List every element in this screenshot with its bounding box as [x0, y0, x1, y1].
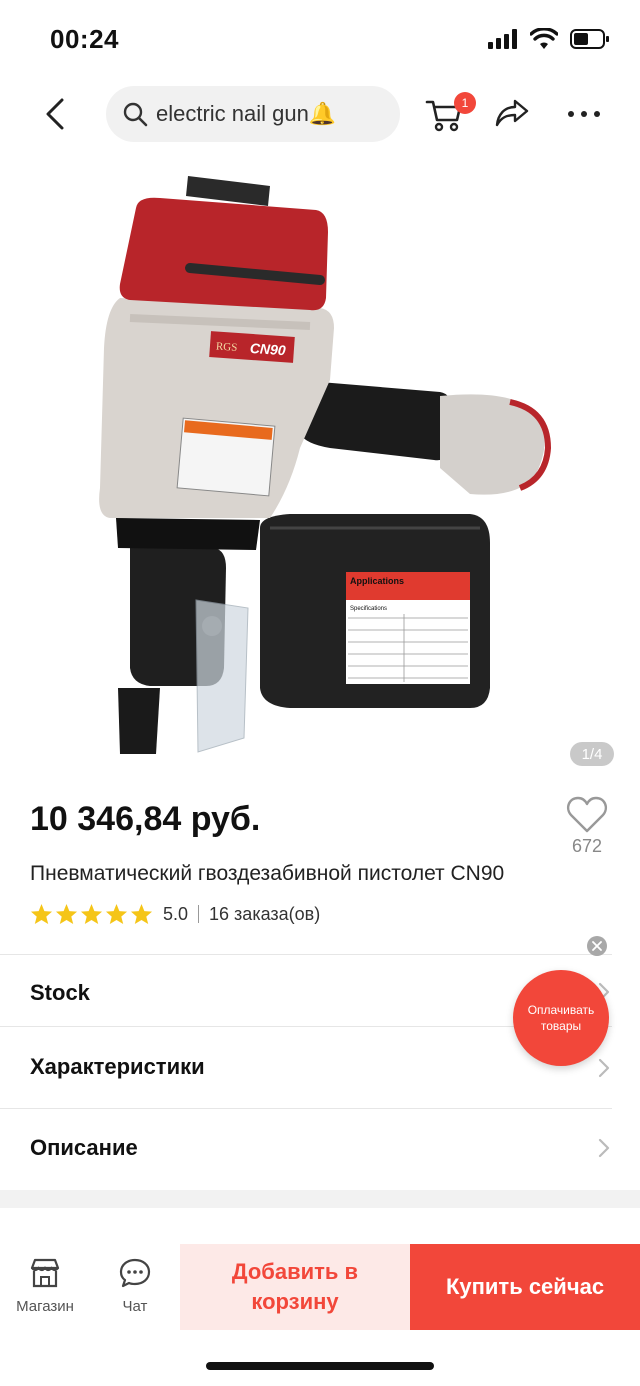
star-icon [30, 903, 53, 925]
back-button[interactable] [36, 94, 76, 134]
rating-row[interactable]: 5.0 16 заказа(ов) [30, 902, 320, 926]
rating-value: 5.0 [163, 903, 189, 924]
cellular-signal-icon [488, 29, 517, 49]
separator [0, 1108, 612, 1109]
product-price: 10 346,84 руб. [30, 800, 261, 838]
star-icon [80, 903, 103, 925]
chevron-left-icon [46, 98, 64, 130]
store-tab-label: Магазин [16, 1298, 74, 1315]
close-icon [592, 941, 602, 951]
wishlist-button[interactable] [566, 796, 608, 839]
chat-tab-label: Чат [122, 1298, 148, 1315]
buy-now-label: Купить сейчас [445, 1274, 605, 1299]
row-specs-label: Характеристики [30, 1054, 205, 1079]
heart-icon [567, 796, 607, 833]
floating-close-button[interactable] [587, 936, 607, 956]
row-description-label: Описание [30, 1135, 138, 1160]
more-options-button[interactable] [566, 104, 602, 124]
spec-title: Specifications [350, 606, 387, 612]
section-gap [0, 1190, 640, 1208]
floating-pay-button[interactable]: Оплачивать товары [513, 970, 609, 1066]
wishlist-count: 672 [571, 836, 603, 856]
star-icon [130, 903, 153, 925]
add-to-cart-button[interactable]: Добавить в корзину [180, 1244, 410, 1330]
search-query: electric nail gun🔔 [156, 101, 337, 126]
chevron-right-icon [598, 1058, 610, 1078]
search-icon [123, 102, 148, 127]
product-title: Пневматический гвоздезабивной пистолет C… [30, 862, 505, 885]
share-button[interactable] [494, 94, 530, 130]
star-icon [105, 903, 128, 925]
chat-icon [119, 1258, 151, 1288]
store-tab[interactable]: Магазин [0, 1244, 90, 1330]
cart-badge: 1 [454, 92, 476, 114]
orders-count: 16 заказа(ов) [209, 903, 321, 924]
floating-pay-label: Оплачивать товары [527, 1003, 595, 1033]
nail-gun-illustration: Applications Specifications RGS CN90 [99, 176, 552, 754]
rating-divider [198, 905, 200, 923]
add-to-cart-label: Добавить в корзину [231, 1259, 359, 1314]
star-icon [55, 903, 78, 925]
brand-text: RGS [216, 340, 238, 353]
image-counter: 1/4 [570, 742, 614, 766]
product-image[interactable]: Applications Specifications RGS CN90 [0, 148, 640, 780]
model-text: CN90 [249, 340, 286, 358]
home-indicator [206, 1362, 434, 1370]
rating-stars [30, 903, 153, 925]
chevron-right-icon [598, 1138, 610, 1158]
share-icon [495, 99, 529, 127]
wifi-icon [530, 28, 558, 49]
bottom-action-bar: Магазин Чат Добавить в корзину Купить се… [0, 1244, 640, 1330]
buy-now-button[interactable]: Купить сейчас [410, 1244, 640, 1330]
search-input[interactable]: electric nail gun🔔 [106, 86, 400, 142]
row-description[interactable]: Описание [0, 1110, 640, 1188]
top-nav: electric nail gun🔔 1 [0, 80, 640, 148]
status-bar: 00:24 [0, 0, 640, 80]
chat-tab[interactable]: Чат [90, 1244, 180, 1330]
row-stock-label: Stock [30, 980, 90, 1005]
store-icon [30, 1258, 60, 1288]
more-dots-icon [568, 111, 600, 117]
battery-icon [570, 29, 609, 49]
label-title: Applications [350, 576, 404, 586]
status-icons [488, 28, 610, 50]
status-time: 00:24 [50, 24, 119, 54]
